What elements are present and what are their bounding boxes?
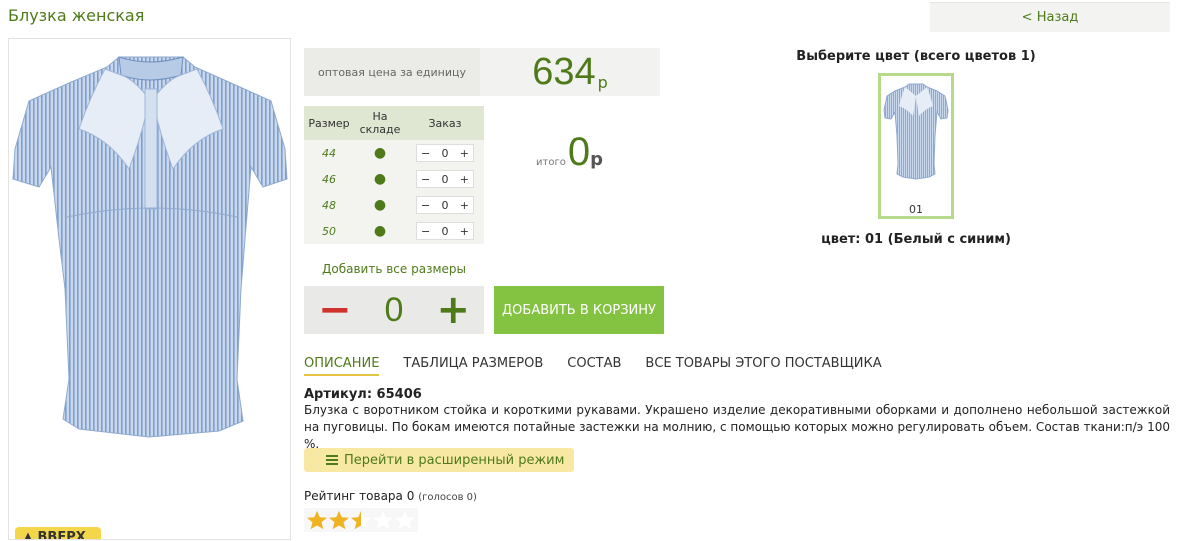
rating-label: Рейтинг товара 0 [304, 489, 415, 503]
stock-indicator: ● [354, 166, 406, 192]
product-description: Блузка с воротником стойка и короткими р… [304, 403, 1170, 451]
plus-button[interactable]: + [460, 147, 469, 160]
stock-indicator: ● [354, 218, 406, 244]
color-code: 01 [909, 203, 923, 216]
quantity-stepper: − 0 + [416, 196, 474, 214]
column-header-stock: На складе [354, 106, 406, 140]
scroll-up-button[interactable]: ▲ ВВЕРХ [15, 527, 101, 539]
star-icon[interactable] [306, 510, 328, 530]
star-half-icon[interactable] [350, 510, 372, 530]
minus-button[interactable]: − [421, 173, 430, 186]
product-tabs: ОПИСАНИЕ ТАБЛИЦА РАЗМЕРОВ СОСТАВ ВСЕ ТОВ… [304, 356, 906, 376]
plus-button[interactable]: + [460, 225, 469, 238]
star-empty-icon[interactable] [372, 510, 394, 530]
color-heading: Выберите цвет (всего цветов 1) [796, 49, 1036, 64]
extended-mode-button[interactable]: Перейти в расширенный режим [304, 448, 574, 472]
color-thumbnail[interactable]: 01 [878, 73, 954, 219]
sku-label: Артикул: 65406 [304, 387, 422, 402]
extended-mode-label: Перейти в расширенный режим [344, 452, 565, 468]
plus-button[interactable]: + [460, 173, 469, 186]
star-empty-icon[interactable] [394, 510, 416, 530]
column-header-size: Размер [304, 106, 354, 140]
price-currency: р [597, 73, 608, 92]
size-cell: 46 [304, 166, 354, 192]
price-row: оптовая цена за единицу 634 р [304, 48, 660, 96]
total-quantity-stepper: − 0 + [304, 286, 484, 334]
table-row: 48 ● − 0 + [304, 192, 484, 218]
list-icon [326, 455, 338, 465]
star-icon[interactable] [328, 510, 350, 530]
quantity-stepper: − 0 + [416, 222, 474, 240]
quantity-value[interactable]: 0 [442, 147, 449, 160]
color-thumbnail-image [883, 83, 949, 180]
table-row: 44 ● − 0 + [304, 140, 484, 166]
sizes-table: Размер На складе Заказ 44 ● − 0 + 46 ● −… [304, 106, 484, 244]
total-label: итого [536, 157, 566, 168]
increase-button[interactable]: + [436, 287, 470, 333]
quantity-value[interactable]: 0 [442, 199, 449, 212]
total-value: 0 [567, 130, 591, 174]
selected-color-label: цвет: 01 (Белый с синим) [821, 232, 1011, 247]
stock-indicator: ● [354, 140, 406, 166]
add-to-cart-button[interactable]: ДОБАВИТЬ В КОРЗИНУ [494, 286, 664, 334]
quantity-value[interactable]: 0 [442, 225, 449, 238]
size-cell: 44 [304, 140, 354, 166]
size-cell: 50 [304, 218, 354, 244]
tab-size-chart[interactable]: ТАБЛИЦА РАЗМЕРОВ [403, 356, 543, 376]
table-row: 50 ● − 0 + [304, 218, 484, 244]
tab-composition[interactable]: СОСТАВ [567, 356, 621, 376]
page-title: Блузка женская [8, 6, 145, 25]
quantity-stepper: − 0 + [416, 144, 474, 162]
price-value: 634 р [480, 48, 660, 96]
total-currency: р [590, 149, 603, 170]
star-rating[interactable] [304, 508, 418, 532]
minus-button[interactable]: − [421, 199, 430, 212]
stock-indicator: ● [354, 192, 406, 218]
tab-description[interactable]: ОПИСАНИЕ [304, 356, 380, 376]
size-cell: 48 [304, 192, 354, 218]
column-header-order: Заказ [406, 106, 484, 140]
quantity-stepper: − 0 + [416, 170, 474, 188]
decrease-button[interactable]: − [318, 287, 352, 333]
rating-text: Рейтинг товара 0 (голосов 0) [304, 489, 477, 503]
add-all-sizes-link[interactable]: Добавить все размеры [304, 262, 484, 276]
plus-button[interactable]: + [460, 199, 469, 212]
rating-votes: (голосов 0) [418, 492, 477, 503]
price-label: оптовая цена за единицу [304, 48, 480, 96]
minus-button[interactable]: − [421, 225, 430, 238]
minus-button[interactable]: − [421, 147, 430, 160]
tab-supplier-products[interactable]: ВСЕ ТОВАРЫ ЭТОГО ПОСТАВЩИКА [645, 356, 881, 376]
price-number: 634 [532, 51, 596, 93]
table-row: 46 ● − 0 + [304, 166, 484, 192]
total-quantity-value[interactable]: 0 [385, 291, 404, 330]
blouse-image [12, 56, 288, 438]
product-image[interactable]: ▲ ВВЕРХ [8, 38, 291, 540]
total-sum: итого 0 р [536, 130, 603, 175]
back-button[interactable]: < Назад [930, 2, 1170, 32]
quantity-value[interactable]: 0 [442, 173, 449, 186]
